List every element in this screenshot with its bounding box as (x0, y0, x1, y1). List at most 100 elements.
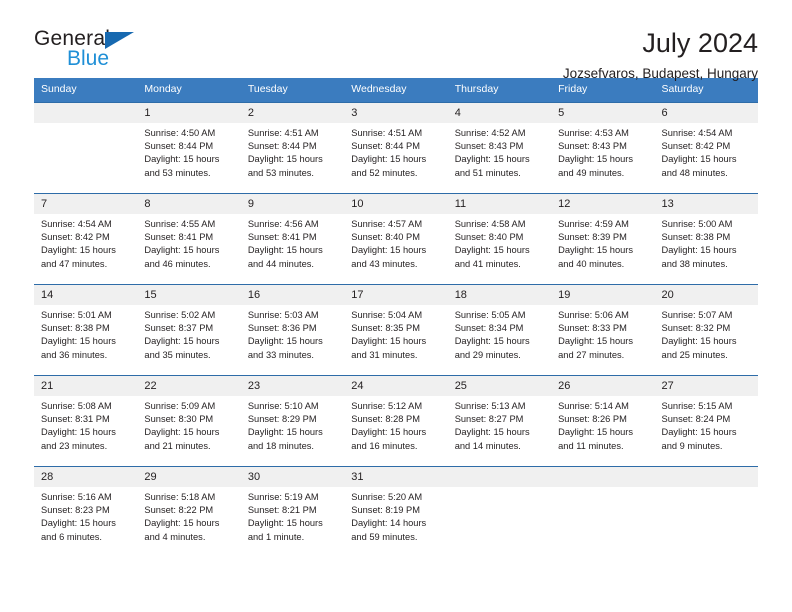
sunrise-text: Sunrise: 5:00 AM (661, 219, 733, 229)
day-number: 22 (144, 380, 157, 392)
daylight-text-line2: and 53 minutes. (247, 167, 314, 178)
sunset-text: Sunset: 8:34 PM (454, 323, 524, 334)
sunset-text: Sunset: 8:21 PM (247, 505, 317, 516)
day-number: 12 (558, 198, 571, 210)
daylight-text-line1: Daylight: 15 hours (454, 154, 530, 165)
daylight-text-line2: and 46 minutes. (144, 258, 211, 269)
sunrise-text: Sunrise: 4:51 AM (351, 128, 423, 138)
daylight-text-line1: Daylight: 15 hours (41, 336, 116, 347)
daylight-text-line1: Daylight: 15 hours (144, 245, 220, 256)
day-cell (655, 487, 758, 557)
day-cell: Sunrise: 4:55 AM Sunset: 8:41 PM Dayligh… (137, 214, 240, 284)
sunset-text: Sunset: 8:24 PM (661, 414, 731, 425)
day-number-band: 1 2 3 4 5 6 (34, 103, 758, 123)
day-detail-band: Sunrise: 5:16 AM Sunset: 8:23 PM Dayligh… (34, 487, 758, 557)
day-cell: Sunrise: 5:08 AM Sunset: 8:31 PM Dayligh… (34, 396, 137, 466)
daylight-text-line1: Daylight: 15 hours (558, 336, 634, 347)
day-number: 17 (351, 289, 364, 301)
day-number: 21 (41, 380, 54, 392)
sunset-text: Sunset: 8:41 PM (144, 232, 214, 243)
sunrise-text: Sunrise: 5:20 AM (351, 492, 423, 502)
daylight-text-line2: and 44 minutes. (247, 258, 314, 269)
day-cell: Sunrise: 4:51 AM Sunset: 8:44 PM Dayligh… (241, 123, 344, 193)
daylight-text-line2: and 40 minutes. (558, 258, 625, 269)
daylight-text-line1: Daylight: 15 hours (661, 427, 737, 438)
sunrise-text: Sunrise: 4:57 AM (351, 219, 423, 229)
day-cell: Sunrise: 4:54 AM Sunset: 8:42 PM Dayligh… (34, 214, 137, 284)
daylight-text-line1: Daylight: 15 hours (454, 245, 530, 256)
calendar-week-row: 1 2 3 4 5 6 Sunrise: 4:50 AM Sunset: 8:4… (34, 102, 758, 193)
day-cell: Sunrise: 5:09 AM Sunset: 8:30 PM Dayligh… (137, 396, 240, 466)
sunset-text: Sunset: 8:32 PM (661, 323, 731, 334)
sunrise-text: Sunrise: 5:03 AM (247, 310, 319, 320)
day-cell (551, 487, 654, 557)
sunset-text: Sunset: 8:40 PM (351, 232, 420, 243)
calendar-week-row: 14 15 16 17 18 19 20 Sunrise: 5:01 AM Su… (34, 284, 758, 375)
sunrise-text: Sunrise: 4:56 AM (247, 219, 319, 229)
day-cell: Sunrise: 5:18 AM Sunset: 8:22 PM Dayligh… (137, 487, 240, 557)
daylight-text-line2: and 29 minutes. (454, 349, 521, 360)
calendar-week-row: 21 22 23 24 25 26 27 Sunrise: 5:08 AM Su… (34, 375, 758, 466)
day-number: 15 (144, 289, 157, 301)
daylight-text-line1: Daylight: 15 hours (351, 245, 427, 256)
page-header: General Blue July 2024 Jozsefvaros, Buda… (34, 0, 758, 82)
daylight-text-line1: Daylight: 15 hours (661, 245, 737, 256)
sunrise-text: Sunrise: 4:55 AM (144, 219, 216, 229)
title-block: July 2024 Jozsefvaros, Budapest, Hungary (563, 28, 758, 83)
sunrise-text: Sunrise: 4:53 AM (558, 128, 629, 138)
sunset-text: Sunset: 8:33 PM (558, 323, 627, 334)
day-cell: Sunrise: 4:50 AM Sunset: 8:44 PM Dayligh… (137, 123, 240, 193)
sunrise-text: Sunrise: 5:13 AM (454, 401, 526, 411)
daylight-text-line2: and 49 minutes. (558, 167, 625, 178)
sunset-text: Sunset: 8:26 PM (558, 414, 627, 425)
day-number: 18 (454, 289, 467, 301)
day-number: 30 (247, 471, 261, 483)
day-detail-band: Sunrise: 4:54 AM Sunset: 8:42 PM Dayligh… (34, 214, 758, 284)
day-cell: Sunrise: 5:04 AM Sunset: 8:35 PM Dayligh… (344, 305, 447, 375)
day-cell: Sunrise: 4:53 AM Sunset: 8:43 PM Dayligh… (551, 123, 654, 193)
day-number: 4 (454, 107, 461, 119)
day-cell: Sunrise: 5:06 AM Sunset: 8:33 PM Dayligh… (551, 305, 654, 375)
day-number (655, 467, 758, 487)
day-cell: Sunrise: 5:12 AM Sunset: 8:28 PM Dayligh… (344, 396, 447, 466)
daylight-text-line2: and 27 minutes. (558, 349, 625, 360)
day-cell: Sunrise: 5:14 AM Sunset: 8:26 PM Dayligh… (551, 396, 654, 466)
daylight-text-line2: and 36 minutes. (41, 349, 108, 360)
day-number (34, 103, 137, 123)
day-number: 28 (41, 471, 54, 483)
daylight-text-line1: Daylight: 15 hours (351, 427, 427, 438)
day-detail-band: Sunrise: 4:50 AM Sunset: 8:44 PM Dayligh… (34, 123, 758, 193)
sunrise-text: Sunrise: 5:01 AM (41, 310, 112, 320)
weekday-header-row: Sunday Monday Tuesday Wednesday Thursday… (34, 78, 758, 102)
weekday-header-friday: Friday (558, 83, 588, 95)
day-cell: Sunrise: 4:59 AM Sunset: 8:39 PM Dayligh… (551, 214, 654, 284)
day-number: 16 (247, 289, 261, 301)
day-number: 8 (144, 198, 151, 210)
sunrise-text: Sunrise: 5:08 AM (41, 401, 112, 411)
daylight-text-line1: Daylight: 15 hours (144, 427, 220, 438)
day-detail-band: Sunrise: 5:01 AM Sunset: 8:38 PM Dayligh… (34, 305, 758, 375)
day-number: 24 (351, 380, 364, 392)
day-number: 1 (144, 107, 151, 119)
day-number: 31 (351, 471, 364, 483)
daylight-text-line1: Daylight: 15 hours (144, 336, 220, 347)
sunset-text: Sunset: 8:44 PM (247, 141, 317, 152)
weekday-header-thursday: Thursday (454, 83, 499, 95)
sunset-text: Sunset: 8:36 PM (247, 323, 317, 334)
sunset-text: Sunset: 8:44 PM (144, 141, 214, 152)
daylight-text-line1: Daylight: 15 hours (454, 427, 530, 438)
sunrise-text: Sunrise: 5:05 AM (454, 310, 526, 320)
daylight-text-line2: and 9 minutes. (661, 440, 723, 451)
day-number: 11 (454, 198, 467, 210)
sunrise-text: Sunrise: 4:52 AM (454, 128, 526, 138)
day-cell: Sunrise: 4:58 AM Sunset: 8:40 PM Dayligh… (448, 214, 551, 284)
daylight-text-line1: Daylight: 15 hours (351, 336, 427, 347)
daylight-text-line2: and 16 minutes. (351, 440, 418, 451)
general-blue-logo: General Blue (34, 28, 154, 74)
day-cell: Sunrise: 5:00 AM Sunset: 8:38 PM Dayligh… (655, 214, 758, 284)
day-cell: Sunrise: 5:16 AM Sunset: 8:23 PM Dayligh… (34, 487, 137, 557)
sunset-text: Sunset: 8:27 PM (454, 414, 524, 425)
weekday-header-sunday: Sunday (41, 83, 77, 95)
sunset-text: Sunset: 8:28 PM (351, 414, 420, 425)
calendar-page: General Blue July 2024 Jozsefvaros, Buda… (0, 0, 792, 612)
